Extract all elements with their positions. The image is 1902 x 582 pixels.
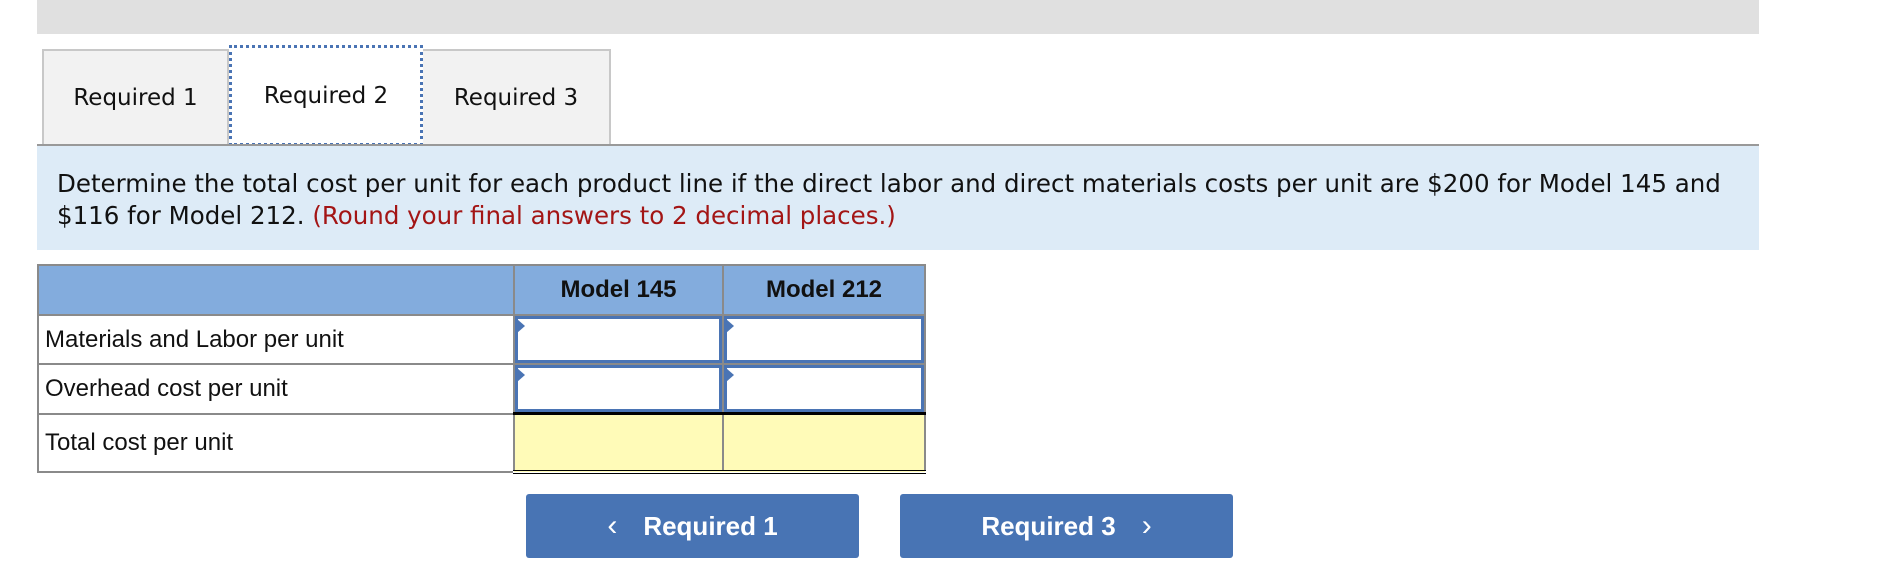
table-header-row: Model 145 Model 212	[37, 264, 926, 316]
next-required-3-button[interactable]: Required 3 ›	[900, 494, 1233, 558]
overhead-model-145-input[interactable]	[515, 365, 722, 412]
total-model-212-input[interactable]	[724, 417, 924, 468]
top-bar	[37, 0, 1759, 34]
total-model-145-input[interactable]	[515, 417, 722, 468]
header-blank	[37, 264, 515, 316]
table-row: Total cost per unit	[37, 412, 926, 474]
row-label-total: Total cost per unit	[37, 412, 515, 473]
row-label-materials-labor: Materials and Labor per unit	[37, 314, 515, 365]
overhead-model-212-input[interactable]	[724, 365, 924, 412]
header-model-145: Model 145	[513, 264, 724, 316]
materials-labor-model-145-input[interactable]	[515, 316, 722, 363]
chevron-right-icon: ›	[1141, 509, 1152, 542]
rounding-note: (Round your final answers to 2 decimal p…	[312, 201, 896, 230]
input-marker-icon	[726, 368, 734, 382]
next-button-label: Required 3	[981, 510, 1116, 541]
input-marker-icon	[517, 368, 525, 382]
chevron-left-icon: ‹	[607, 509, 618, 542]
tab-required-3[interactable]: Required 3	[423, 49, 611, 144]
tab-required-1[interactable]: Required 1	[42, 49, 229, 144]
tab-bar: Required 1 Required 2 Required 3	[42, 45, 611, 146]
tab-required-2[interactable]: Required 2	[229, 45, 423, 146]
cost-table: Model 145 Model 212 Materials and Labor …	[37, 264, 926, 474]
instructions-panel: Determine the total cost per unit for ea…	[37, 144, 1759, 250]
table-row: Materials and Labor per unit	[37, 314, 926, 365]
input-marker-icon	[517, 319, 525, 333]
header-model-212: Model 212	[722, 264, 926, 316]
prev-required-1-button[interactable]: ‹ Required 1	[526, 494, 859, 558]
table-row: Overhead cost per unit	[37, 363, 926, 415]
materials-labor-model-212-input[interactable]	[724, 316, 924, 363]
prev-button-label: Required 1	[643, 510, 778, 541]
input-marker-icon	[726, 319, 734, 333]
row-label-overhead: Overhead cost per unit	[37, 363, 515, 415]
